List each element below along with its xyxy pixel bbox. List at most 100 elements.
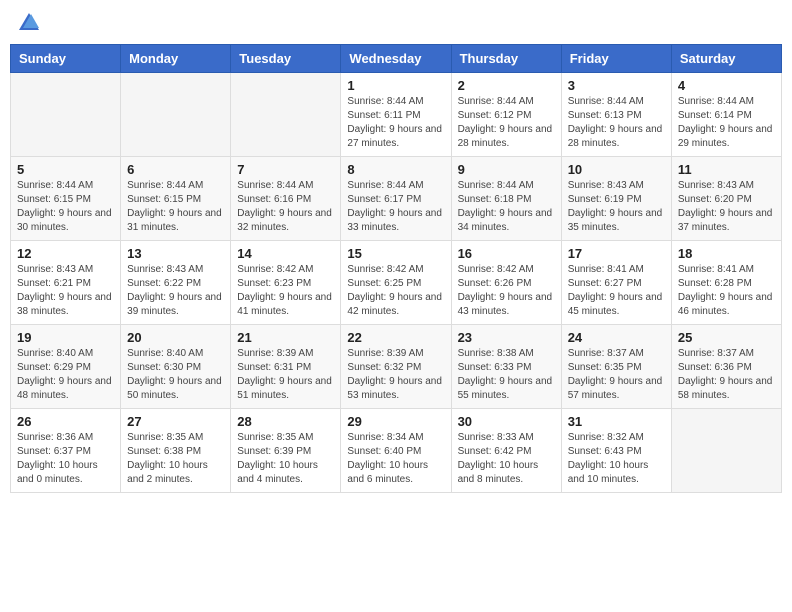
week-row-3: 12 Sunrise: 8:43 AM Sunset: 6:21 PM Dayli…: [11, 241, 782, 325]
calendar-cell: 14Sunrise: 8:42 AM Sunset: 6:23 PM Dayli…: [231, 241, 341, 325]
day-info: Sunrise: 8:34 AM Sunset: 6:40 PM Dayligh…: [347, 431, 444, 487]
day-number: 5: [17, 162, 114, 177]
day-number: 30: [458, 414, 555, 429]
day-number: 14: [237, 246, 334, 261]
calendar-cell: 10Sunrise: 8:43 AM Sunset: 6:19 PM Dayli…: [561, 157, 671, 241]
calendar-cell: 27 Sunrise: 8:35 AM Sunset: 6:38 PM Dayli…: [121, 409, 231, 493]
day-info: Sunrise: 8:40 AM Sunset: 6:29 PM Dayligh…: [17, 347, 114, 403]
day-info: Sunrise: 8:44 AM Sunset: 6:13 PM Dayligh…: [568, 95, 665, 151]
day-info: Sunrise: 8:43 AM Sunset: 6:21 PM Dayligh…: [17, 263, 114, 319]
week-row-2: 5 Sunrise: 8:44 AM Sunset: 6:15 PM Daylig…: [11, 157, 782, 241]
calendar-cell: 22Sunrise: 8:39 AM Sunset: 6:32 PM Dayli…: [341, 325, 451, 409]
calendar-cell: 2 Sunrise: 8:44 AM Sunset: 6:12 PM Daylig…: [451, 73, 561, 157]
day-info: Sunrise: 8:41 AM Sunset: 6:28 PM Dayligh…: [678, 263, 775, 319]
day-info: Sunrise: 8:42 AM Sunset: 6:26 PM Dayligh…: [458, 263, 555, 319]
header: [10, 10, 782, 34]
day-info: Sunrise: 8:44 AM Sunset: 6:17 PM Dayligh…: [347, 179, 444, 235]
calendar-cell: 30 Sunrise: 8:33 AM Sunset: 6:42 PM Dayli…: [451, 409, 561, 493]
calendar-cell: 31 Sunrise: 8:32 AM Sunset: 6:43 PM Dayli…: [561, 409, 671, 493]
day-number: 25: [678, 330, 775, 345]
day-number: 31: [568, 414, 665, 429]
week-row-4: 19 Sunrise: 8:40 AM Sunset: 6:29 PM Dayli…: [11, 325, 782, 409]
weekday-monday: Monday: [121, 45, 231, 73]
day-info: Sunrise: 8:44 AM Sunset: 6:14 PM Dayligh…: [678, 95, 775, 151]
day-number: 27: [127, 414, 224, 429]
day-number: 2: [458, 78, 555, 93]
calendar-cell: 23 Sunrise: 8:38 AM Sunset: 6:33 PM Dayli…: [451, 325, 561, 409]
logo: [15, 10, 41, 34]
weekday-sunday: Sunday: [11, 45, 121, 73]
calendar-cell: 26 Sunrise: 8:36 AM Sunset: 6:37 PM Dayli…: [11, 409, 121, 493]
day-info: Sunrise: 8:40 AM Sunset: 6:30 PM Dayligh…: [127, 347, 224, 403]
weekday-saturday: Saturday: [671, 45, 781, 73]
day-number: 28: [237, 414, 334, 429]
day-info: Sunrise: 8:32 AM Sunset: 6:43 PM Dayligh…: [568, 431, 665, 487]
day-number: 15: [347, 246, 444, 261]
week-row-1: 1Sunrise: 8:44 AM Sunset: 6:11 PM Daylig…: [11, 73, 782, 157]
calendar-cell: 24 Sunrise: 8:37 AM Sunset: 6:35 PM Dayli…: [561, 325, 671, 409]
day-info: Sunrise: 8:44 AM Sunset: 6:15 PM Dayligh…: [127, 179, 224, 235]
calendar-cell: 29 Sunrise: 8:34 AM Sunset: 6:40 PM Dayli…: [341, 409, 451, 493]
day-info: Sunrise: 8:43 AM Sunset: 6:19 PM Dayligh…: [568, 179, 665, 235]
calendar-cell: 17Sunrise: 8:41 AM Sunset: 6:27 PM Dayli…: [561, 241, 671, 325]
calendar-cell: 20 Sunrise: 8:40 AM Sunset: 6:30 PM Dayli…: [121, 325, 231, 409]
calendar-cell: 18 Sunrise: 8:41 AM Sunset: 6:28 PM Dayli…: [671, 241, 781, 325]
calendar-cell: [671, 409, 781, 493]
day-number: 26: [17, 414, 114, 429]
day-info: Sunrise: 8:38 AM Sunset: 6:33 PM Dayligh…: [458, 347, 555, 403]
calendar-cell: 7 Sunrise: 8:44 AM Sunset: 6:16 PM Daylig…: [231, 157, 341, 241]
day-info: Sunrise: 8:36 AM Sunset: 6:37 PM Dayligh…: [17, 431, 114, 487]
day-number: 19: [17, 330, 114, 345]
day-info: Sunrise: 8:44 AM Sunset: 6:15 PM Dayligh…: [17, 179, 114, 235]
calendar-cell: 3 Sunrise: 8:44 AM Sunset: 6:13 PM Daylig…: [561, 73, 671, 157]
day-number: 12: [17, 246, 114, 261]
day-info: Sunrise: 8:43 AM Sunset: 6:22 PM Dayligh…: [127, 263, 224, 319]
day-info: Sunrise: 8:37 AM Sunset: 6:35 PM Dayligh…: [568, 347, 665, 403]
day-number: 21: [237, 330, 334, 345]
day-info: Sunrise: 8:39 AM Sunset: 6:32 PM Dayligh…: [347, 347, 444, 403]
day-info: Sunrise: 8:44 AM Sunset: 6:18 PM Dayligh…: [458, 179, 555, 235]
weekday-wednesday: Wednesday: [341, 45, 451, 73]
day-info: Sunrise: 8:42 AM Sunset: 6:25 PM Dayligh…: [347, 263, 444, 319]
day-number: 23: [458, 330, 555, 345]
day-number: 9: [458, 162, 555, 177]
day-number: 20: [127, 330, 224, 345]
day-number: 1: [347, 78, 444, 93]
day-info: Sunrise: 8:44 AM Sunset: 6:16 PM Dayligh…: [237, 179, 334, 235]
day-info: Sunrise: 8:44 AM Sunset: 6:12 PM Dayligh…: [458, 95, 555, 151]
day-number: 18: [678, 246, 775, 261]
day-number: 8: [347, 162, 444, 177]
calendar-cell: 11Sunrise: 8:43 AM Sunset: 6:20 PM Dayli…: [671, 157, 781, 241]
day-info: Sunrise: 8:35 AM Sunset: 6:39 PM Dayligh…: [237, 431, 334, 487]
calendar-cell: 13Sunrise: 8:43 AM Sunset: 6:22 PM Dayli…: [121, 241, 231, 325]
weekday-friday: Friday: [561, 45, 671, 73]
day-number: 17: [568, 246, 665, 261]
calendar-cell: 15 Sunrise: 8:42 AM Sunset: 6:25 PM Dayli…: [341, 241, 451, 325]
calendar-cell: 9 Sunrise: 8:44 AM Sunset: 6:18 PM Daylig…: [451, 157, 561, 241]
weekday-header-row: SundayMondayTuesdayWednesdayThursdayFrid…: [11, 45, 782, 73]
calendar: SundayMondayTuesdayWednesdayThursdayFrid…: [10, 44, 782, 493]
calendar-cell: [11, 73, 121, 157]
logo-icon: [17, 10, 41, 34]
calendar-cell: 16 Sunrise: 8:42 AM Sunset: 6:26 PM Dayli…: [451, 241, 561, 325]
weekday-tuesday: Tuesday: [231, 45, 341, 73]
day-number: 29: [347, 414, 444, 429]
day-number: 7: [237, 162, 334, 177]
day-info: Sunrise: 8:33 AM Sunset: 6:42 PM Dayligh…: [458, 431, 555, 487]
calendar-cell: 21 Sunrise: 8:39 AM Sunset: 6:31 PM Dayli…: [231, 325, 341, 409]
calendar-body: 1Sunrise: 8:44 AM Sunset: 6:11 PM Daylig…: [11, 73, 782, 493]
day-info: Sunrise: 8:35 AM Sunset: 6:38 PM Dayligh…: [127, 431, 224, 487]
calendar-cell: 28 Sunrise: 8:35 AM Sunset: 6:39 PM Dayli…: [231, 409, 341, 493]
calendar-cell: [231, 73, 341, 157]
day-number: 16: [458, 246, 555, 261]
day-number: 24: [568, 330, 665, 345]
calendar-cell: 19 Sunrise: 8:40 AM Sunset: 6:29 PM Dayli…: [11, 325, 121, 409]
calendar-cell: 8 Sunrise: 8:44 AM Sunset: 6:17 PM Daylig…: [341, 157, 451, 241]
calendar-cell: 12 Sunrise: 8:43 AM Sunset: 6:21 PM Dayli…: [11, 241, 121, 325]
day-info: Sunrise: 8:39 AM Sunset: 6:31 PM Dayligh…: [237, 347, 334, 403]
day-number: 3: [568, 78, 665, 93]
day-number: 4: [678, 78, 775, 93]
calendar-cell: 4 Sunrise: 8:44 AM Sunset: 6:14 PM Daylig…: [671, 73, 781, 157]
day-info: Sunrise: 8:37 AM Sunset: 6:36 PM Dayligh…: [678, 347, 775, 403]
week-row-5: 26 Sunrise: 8:36 AM Sunset: 6:37 PM Dayli…: [11, 409, 782, 493]
